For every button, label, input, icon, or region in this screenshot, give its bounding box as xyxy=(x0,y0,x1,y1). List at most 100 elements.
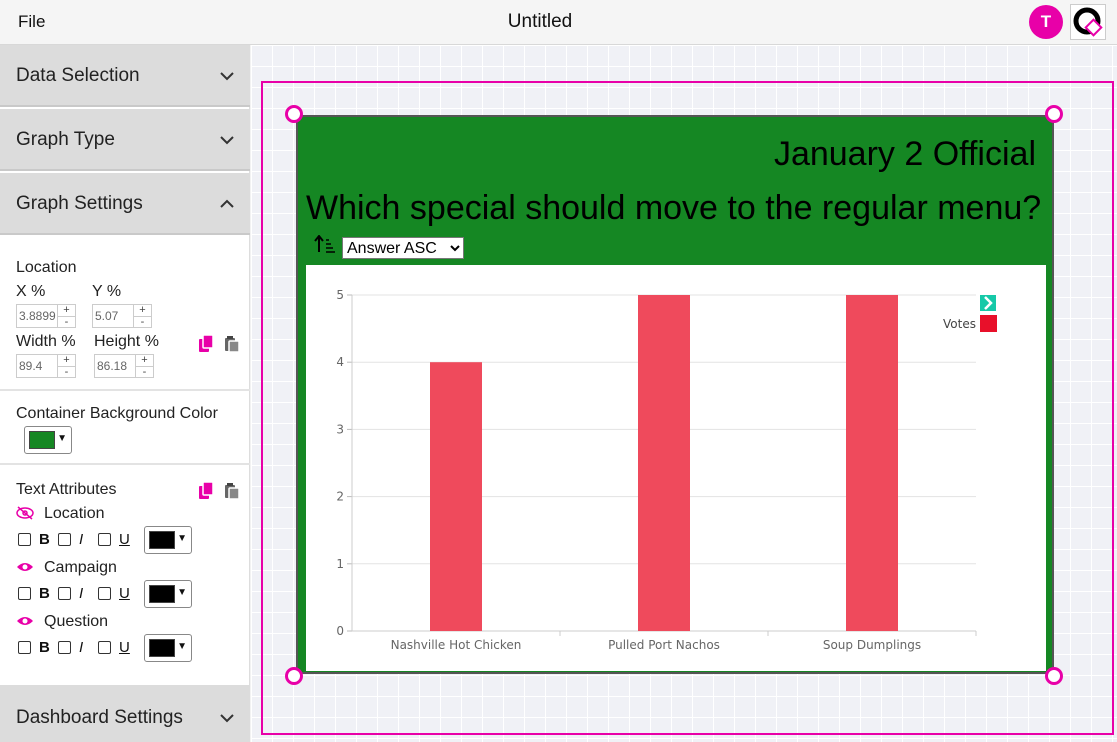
color-swatch xyxy=(149,639,175,657)
y-tick-label: 4 xyxy=(336,355,344,369)
sort-ascending-icon[interactable] xyxy=(314,235,336,253)
section-label: Graph Settings xyxy=(16,193,143,214)
italic-label: I xyxy=(79,531,84,548)
section-graph-settings[interactable]: Graph Settings xyxy=(0,173,250,235)
width-percent-value[interactable] xyxy=(17,355,57,377)
section-label: Data Selection xyxy=(16,65,140,86)
chart-widget[interactable]: January 2 Official Which special should … xyxy=(296,115,1054,674)
resize-handle-top-left[interactable] xyxy=(285,105,303,123)
width-label: Width % xyxy=(16,333,76,350)
eye-icon[interactable] xyxy=(16,614,34,628)
dropdown-arrow-icon: ▼ xyxy=(177,641,187,652)
text-color-picker[interactable]: ▼ xyxy=(144,580,192,608)
bold-checkbox[interactable] xyxy=(18,533,31,546)
underline-label: U xyxy=(119,639,130,656)
top-bar: File Untitled T xyxy=(0,0,1117,45)
color-swatch xyxy=(29,431,55,449)
height-percent-value[interactable] xyxy=(95,355,135,377)
italic-label: I xyxy=(79,639,84,656)
paste-icon[interactable] xyxy=(224,335,240,353)
x-tick-label: Soup Dumplings xyxy=(823,638,921,652)
height-label: Height % xyxy=(94,333,159,350)
plot-area: 0 1 2 3 4 5 Nashville Hot Chicken Pulled Port N… xyxy=(306,265,1046,671)
bold-label: B xyxy=(39,531,50,548)
resize-handle-top-right[interactable] xyxy=(1045,105,1063,123)
campaign-title: January 2 Official xyxy=(773,135,1036,173)
y-percent-value[interactable] xyxy=(93,305,133,327)
container-bg-label: Container Background Color xyxy=(16,405,218,422)
width-stepper[interactable]: + - xyxy=(57,355,75,378)
underline-checkbox[interactable] xyxy=(98,587,111,600)
divider xyxy=(0,463,250,465)
x-stepper[interactable]: + - xyxy=(57,305,75,328)
text-color-picker[interactable]: ▼ xyxy=(144,634,192,662)
color-swatch xyxy=(149,585,175,603)
resize-handle-bottom-right[interactable] xyxy=(1045,667,1063,685)
document-title[interactable]: Untitled xyxy=(0,11,1080,33)
sort-order-select[interactable]: Answer ASC xyxy=(342,237,464,259)
section-data-selection[interactable]: Data Selection xyxy=(0,45,250,107)
y-tick-label: 2 xyxy=(336,490,344,504)
italic-checkbox[interactable] xyxy=(58,587,71,600)
section-graph-type[interactable]: Graph Type xyxy=(0,109,250,171)
y-label: Y % xyxy=(92,283,122,300)
y-tick-label: 0 xyxy=(336,624,344,638)
section-label: Graph Type xyxy=(16,129,115,150)
container-bg-color-picker[interactable]: ▼ xyxy=(24,426,72,454)
x-percent-input[interactable]: +- xyxy=(16,304,76,328)
text-attr-name: Question xyxy=(44,613,109,630)
user-avatar[interactable]: T xyxy=(1029,5,1063,39)
chevron-down-icon xyxy=(220,72,234,81)
copy-icon[interactable] xyxy=(198,482,214,500)
chevron-up-icon xyxy=(220,199,234,208)
legend-swatch xyxy=(980,315,997,332)
height-percent-input[interactable]: +- xyxy=(94,354,154,378)
paste-icon[interactable] xyxy=(224,482,240,500)
x-percent-value[interactable] xyxy=(17,305,57,327)
bar xyxy=(638,295,690,631)
bold-label: B xyxy=(39,639,50,656)
legend-label: Votes xyxy=(943,317,976,331)
height-stepper[interactable]: + - xyxy=(135,355,153,378)
color-swatch xyxy=(149,531,175,549)
bold-checkbox[interactable] xyxy=(18,587,31,600)
dropdown-arrow-icon: ▼ xyxy=(177,587,187,598)
sidebar: Data Selection Graph Type Graph Settings… xyxy=(0,45,250,742)
app-logo-icon[interactable] xyxy=(1070,4,1106,40)
section-label: Dashboard Settings xyxy=(16,707,183,728)
legend-toggle-button[interactable] xyxy=(980,295,996,311)
italic-checkbox[interactable] xyxy=(58,533,71,546)
y-tick-label: 5 xyxy=(336,288,344,302)
y-tick-label: 3 xyxy=(336,422,344,436)
y-percent-input[interactable]: +- xyxy=(92,304,152,328)
underline-label: U xyxy=(119,585,130,602)
underline-checkbox[interactable] xyxy=(98,641,111,654)
dropdown-arrow-icon: ▼ xyxy=(57,433,67,444)
y-stepper[interactable]: + - xyxy=(133,305,151,328)
x-tick-label: Pulled Port Nachos xyxy=(608,638,720,652)
underline-label: U xyxy=(119,531,130,548)
chevron-right-icon xyxy=(984,296,993,310)
x-tick-label: Nashville Hot Chicken xyxy=(391,638,522,652)
chevron-down-icon xyxy=(220,714,234,723)
text-attributes-title: Text Attributes xyxy=(16,481,117,498)
underline-checkbox[interactable] xyxy=(98,533,111,546)
location-title: Location xyxy=(16,259,77,276)
bar xyxy=(430,362,482,631)
divider xyxy=(0,389,250,391)
text-color-picker[interactable]: ▼ xyxy=(144,526,192,554)
italic-checkbox[interactable] xyxy=(58,641,71,654)
text-attr-name: Location xyxy=(44,505,105,522)
eye-off-icon[interactable] xyxy=(16,506,34,520)
copy-icon[interactable] xyxy=(198,335,214,353)
eye-icon[interactable] xyxy=(16,560,34,574)
bar-chart: 0 1 2 3 4 5 Nashville Hot Chicken Pulled Port N… xyxy=(336,288,997,652)
text-attr-name: Campaign xyxy=(44,559,117,576)
y-tick-label: 1 xyxy=(336,557,344,571)
resize-handle-bottom-left[interactable] xyxy=(285,667,303,685)
width-percent-input[interactable]: +- xyxy=(16,354,76,378)
dropdown-arrow-icon: ▼ xyxy=(177,533,187,544)
section-dashboard-settings[interactable]: Dashboard Settings xyxy=(0,685,250,742)
bold-label: B xyxy=(39,585,50,602)
bold-checkbox[interactable] xyxy=(18,641,31,654)
